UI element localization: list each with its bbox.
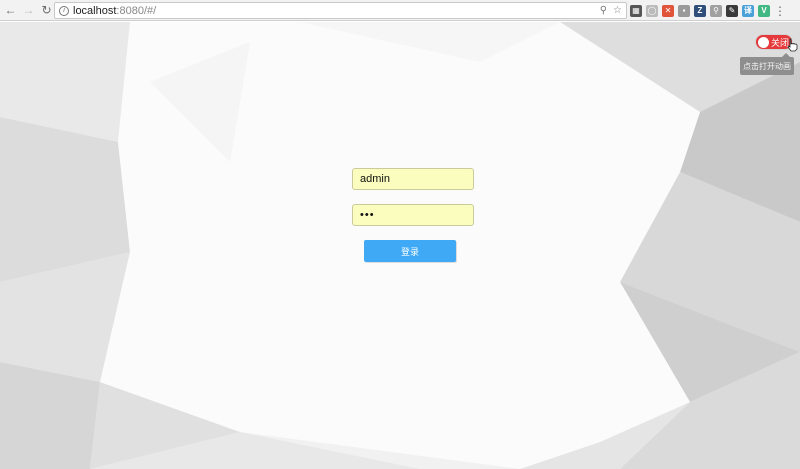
browser-toolbar: ← → ↻ i localhost:8080/#/ ⚲ ☆ ▦ ◯ ✕ ▪ Z ⚲ ✎ 译 V ⋮: [0, 0, 800, 21]
pen-ext-icon[interactable]: ✎: [726, 4, 738, 17]
bookmark-star-icon[interactable]: ☆: [613, 5, 622, 16]
more-menu-icon[interactable]: ⋮: [774, 4, 786, 18]
url-host: localhost: [73, 4, 117, 17]
login-form: 登录: [352, 168, 474, 262]
back-arrow-icon[interactable]: ←: [3, 3, 18, 18]
vue-ext-icon[interactable]: V: [758, 4, 770, 17]
extensions-bar: ▦ ◯ ✕ ▪ Z ⚲ ✎ 译 V ⋮: [630, 3, 786, 18]
login-button[interactable]: 登录: [364, 240, 456, 262]
password-input[interactable]: [352, 204, 474, 226]
red-x-ext-icon[interactable]: ✕: [662, 4, 674, 17]
qr-code-icon[interactable]: ▦: [630, 4, 642, 17]
toggle-knob: [758, 36, 769, 48]
reload-icon[interactable]: ↻: [39, 3, 54, 18]
translate-ext-icon[interactable]: 译: [742, 4, 754, 17]
key-icon[interactable]: ⚲: [600, 5, 607, 16]
login-page: 关闭 点击打开动画 登录: [0, 22, 800, 469]
url-path: :8080/#/: [116, 4, 157, 17]
z-ext-icon[interactable]: Z: [694, 4, 706, 17]
magnifier-ext-icon[interactable]: ⚲: [710, 4, 722, 17]
hand-cursor-icon: [787, 38, 798, 52]
site-info-icon[interactable]: i: [59, 5, 69, 16]
address-bar[interactable]: i localhost:8080/#/ ⚲ ☆: [54, 2, 627, 19]
username-input[interactable]: [352, 168, 474, 190]
gray-ext-icon[interactable]: ▪: [678, 4, 690, 17]
circle-ext-icon[interactable]: ◯: [646, 4, 658, 17]
animation-tooltip: 点击打开动画: [740, 53, 794, 75]
forward-arrow-icon[interactable]: →: [21, 3, 36, 18]
